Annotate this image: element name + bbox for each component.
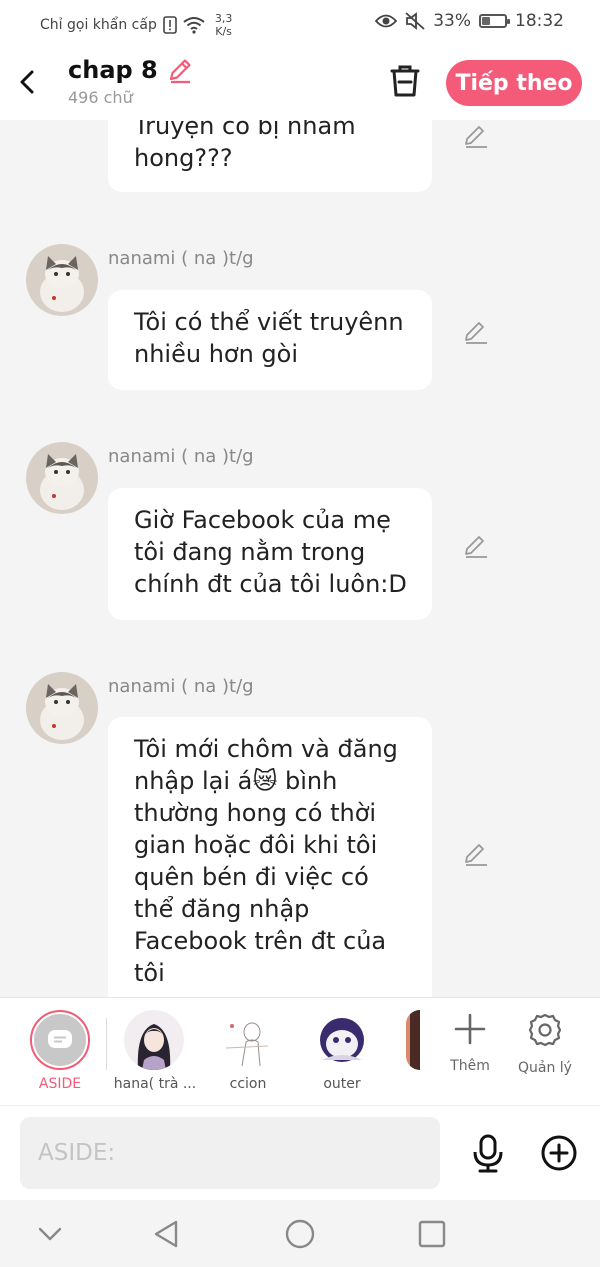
hana-avatar-image [124,1010,184,1070]
message-author: nanami ( na )t/g [108,676,254,697]
word-count: 496 chữ [68,88,133,107]
plus-icon [454,1013,486,1045]
avatar[interactable] [26,244,98,316]
divider [106,1018,107,1070]
message-bubble[interactable]: Truyện có bị nhám hong??? [108,120,432,192]
title-block: chap 8 496 chữ [68,56,194,107]
character-avatar-ccion[interactable] [218,1010,278,1070]
input-bar [0,1105,600,1200]
edit-icon[interactable] [462,840,490,868]
character-label: hana( trà ... [113,1076,197,1092]
clock: 18:32 [515,11,564,31]
avatar[interactable] [26,442,98,514]
carrier-text: Chỉ gọi khẩn cấp [40,17,157,33]
add-character-button[interactable]: Thêm [440,1012,500,1074]
wifi-icon [183,17,205,34]
manage-label: Quản lý [518,1060,572,1076]
chat-bubble-icon [48,1030,72,1048]
add-circle-icon[interactable] [540,1134,578,1172]
battery-icon [479,14,510,28]
microphone-icon[interactable] [470,1134,506,1174]
chapter-title: chap 8 [68,56,158,84]
mute-icon [405,12,425,30]
nav-home-icon[interactable] [284,1218,316,1250]
partial-avatar-image [406,1010,420,1070]
message-bubble[interactable]: Giờ Facebook của mẹ tôi đang nằm trong c… [108,488,432,620]
nav-recents-icon[interactable] [416,1218,448,1250]
eye-icon [375,14,398,28]
aside-character[interactable] [30,1010,90,1070]
message-text: Truyện có bị nhám hong??? [134,120,356,172]
character-label: ccion [229,1076,267,1092]
aside-label: ASIDE [38,1076,82,1092]
chat-area[interactable]: Truyện có bị nhám hong??? nanami ( na )t… [0,120,600,997]
manage-characters-button[interactable]: Quản lý [515,1012,575,1076]
next-button[interactable]: Tiếp theo [446,60,582,106]
message-bubble[interactable]: Tôi mới chôm và đăng nhập lại á😿 bình th… [108,717,432,997]
cat-avatar-image [26,244,98,316]
nav-back-icon[interactable] [150,1218,182,1250]
status-bar: Chỉ gọi khẩn cấp 3,3 K/s 33% 18:32 [0,0,600,46]
battery-percent: 33% [433,11,471,31]
ccion-avatar-image [218,1010,278,1070]
cat-avatar-image [26,672,98,744]
character-bar: ASIDE hana( trà ... ccion outer Thêm Quả… [0,997,600,1105]
edit-icon[interactable] [462,318,490,346]
avatar[interactable] [26,672,98,744]
aside-input[interactable] [20,1117,440,1189]
message-text: Tôi có thể viết truyênn nhiều hơn gòi [134,308,404,368]
character-avatar-partial[interactable] [406,1010,420,1070]
character-avatar-outer[interactable] [312,1010,372,1070]
pencil-icon[interactable] [166,56,194,84]
system-nav-bar [0,1200,600,1267]
sim-alert-icon [163,16,177,34]
character-label: outer [323,1076,361,1092]
message-text: Giờ Facebook của mẹ tôi đang nằm trong c… [134,506,407,598]
message-author: nanami ( na )t/g [108,446,254,467]
edit-icon[interactable] [462,122,490,150]
trash-icon[interactable] [386,62,424,100]
collapse-chevron-icon[interactable] [34,1218,66,1250]
app-header: chap 8 496 chữ Tiếp theo [0,46,600,120]
message-text: Tôi mới chôm và đăng nhập lại á😿 bình th… [134,735,398,987]
character-avatar-hana[interactable] [124,1010,184,1070]
edit-icon[interactable] [462,532,490,560]
message-bubble[interactable]: Tôi có thể viết truyênn nhiều hơn gòi [108,290,432,390]
net-speed: 3,3 K/s [214,12,233,38]
cat-avatar-image [26,442,98,514]
add-label: Thêm [450,1058,490,1074]
message-author: nanami ( na )t/g [108,248,254,269]
outer-avatar-image [312,1010,372,1070]
gear-icon [528,1013,562,1047]
back-arrow-icon[interactable] [14,64,42,100]
